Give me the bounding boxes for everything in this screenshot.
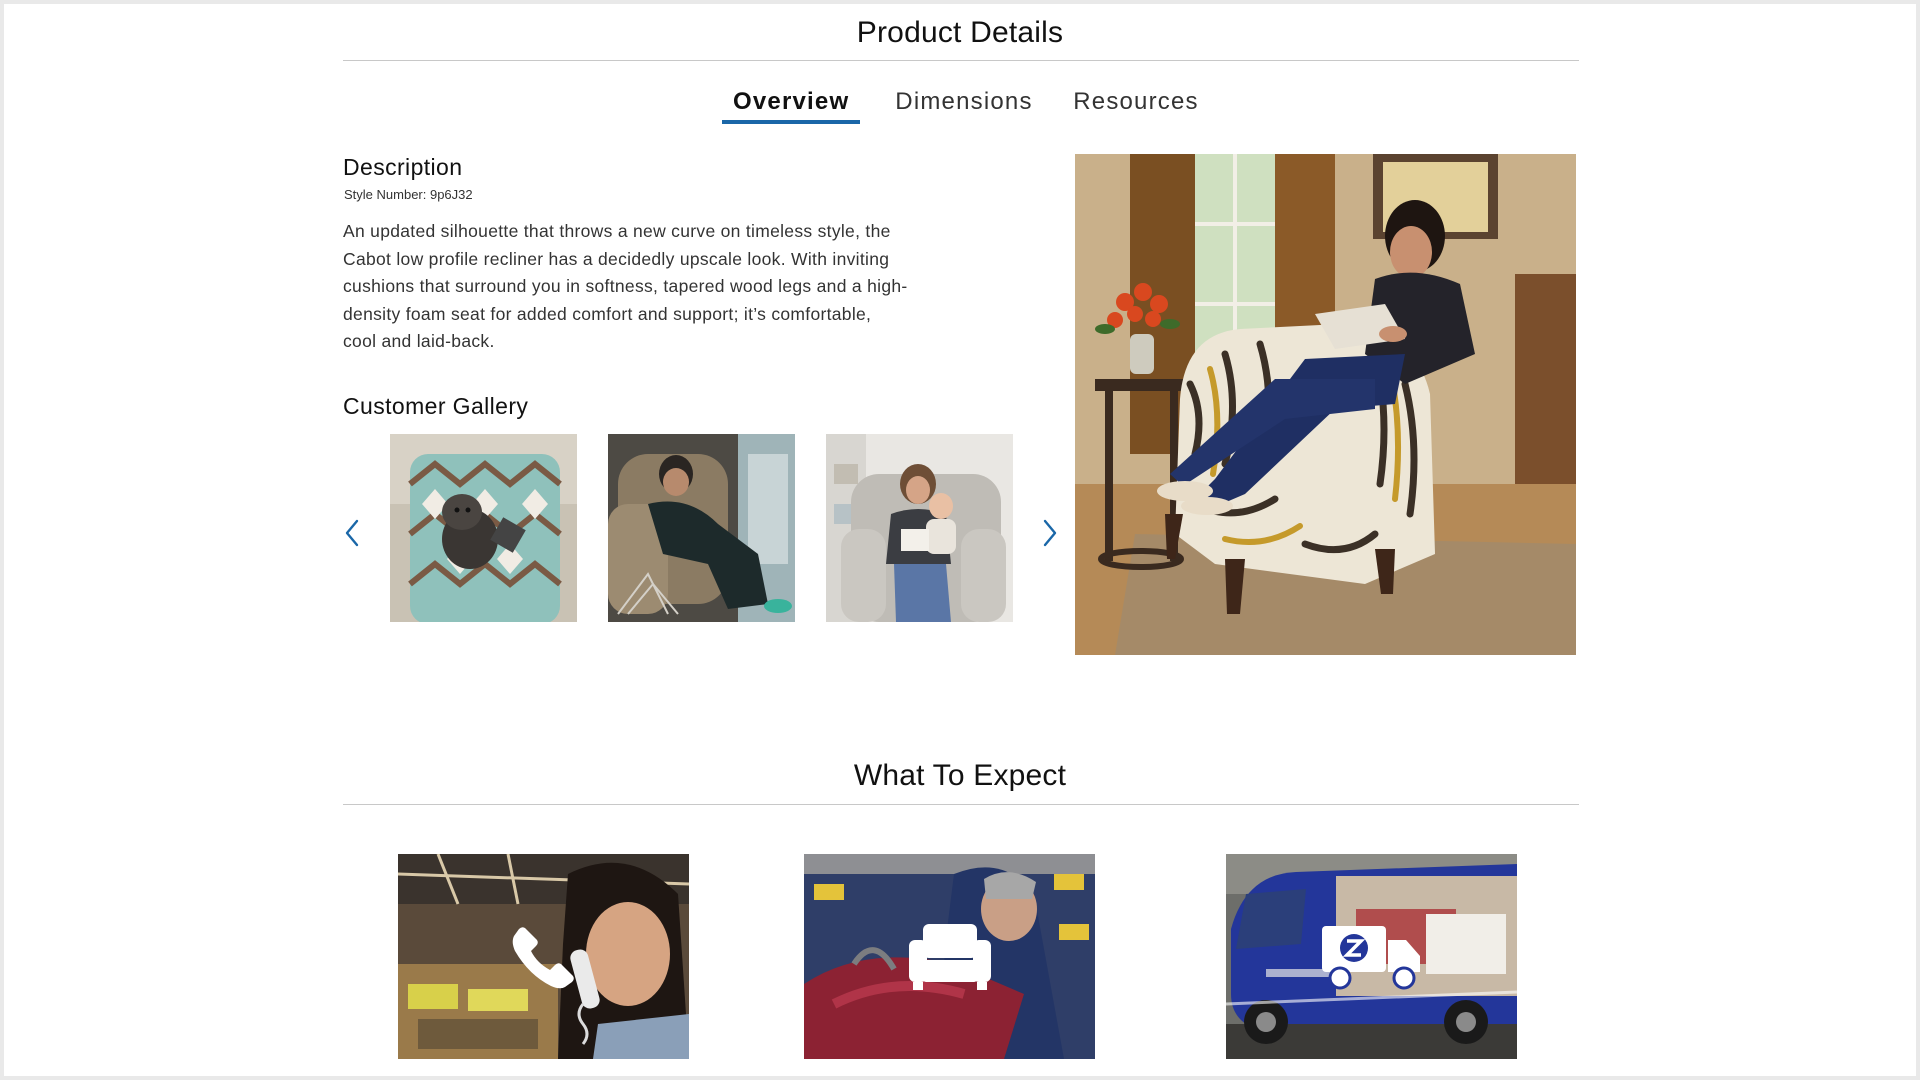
description-line: cool and laid-back.	[343, 331, 495, 352]
expect-card-craftsmanship[interactable]	[804, 854, 1095, 1059]
title-divider	[343, 60, 1579, 61]
product-details-title: Product Details	[856, 16, 1064, 49]
what-to-expect-divider	[343, 804, 1579, 805]
tab-overview[interactable]: Overview	[722, 88, 860, 124]
tab-dimensions-label: Dimensions	[895, 88, 1033, 115]
expect-card-delivery[interactable]	[1226, 854, 1517, 1059]
product-page: Product Details Overview Dimensions Reso…	[4, 4, 1916, 1076]
product-hero-image[interactable]	[1075, 154, 1576, 655]
gallery-image-gray-recliner[interactable]	[826, 434, 1013, 622]
gallery-image-dog-recliner[interactable]	[390, 434, 577, 622]
product-tabs: Overview Dimensions Resources	[4, 88, 1916, 128]
customer-gallery-heading: Customer Gallery	[343, 393, 529, 419]
tab-resources-label: Resources	[1073, 88, 1199, 115]
chevron-left-icon	[345, 519, 359, 547]
description-heading: Description	[343, 154, 463, 180]
tab-overview-label: Overview	[733, 88, 850, 115]
description-line: Cabot low profile recliner has a decided…	[343, 248, 890, 269]
what-to-expect-title: What To Expect	[853, 759, 1067, 792]
tab-dimensions[interactable]: Dimensions	[893, 88, 1035, 116]
delivery-truck-icon	[1321, 925, 1420, 989]
description-line: An updated silhouette that throws a new …	[343, 221, 891, 241]
armchair-icon	[908, 923, 991, 990]
gallery-prev-button[interactable]	[339, 516, 365, 550]
phone-icon	[512, 926, 574, 988]
chevron-right-icon	[1043, 519, 1057, 547]
gallery-next-button[interactable]	[1037, 516, 1063, 550]
style-number: Style Number: 9p6J32	[344, 187, 473, 202]
description-line: density foam seat for added comfort and …	[343, 303, 872, 324]
description-line: cushions that surround you in softness, …	[343, 276, 908, 297]
tab-resources[interactable]: Resources	[1071, 88, 1201, 116]
active-tab-indicator	[722, 120, 860, 124]
description-text: An updated silhouette that throws a new …	[343, 218, 953, 356]
expect-card-contact[interactable]	[398, 854, 689, 1059]
gallery-image-tan-recliner[interactable]	[608, 434, 795, 622]
